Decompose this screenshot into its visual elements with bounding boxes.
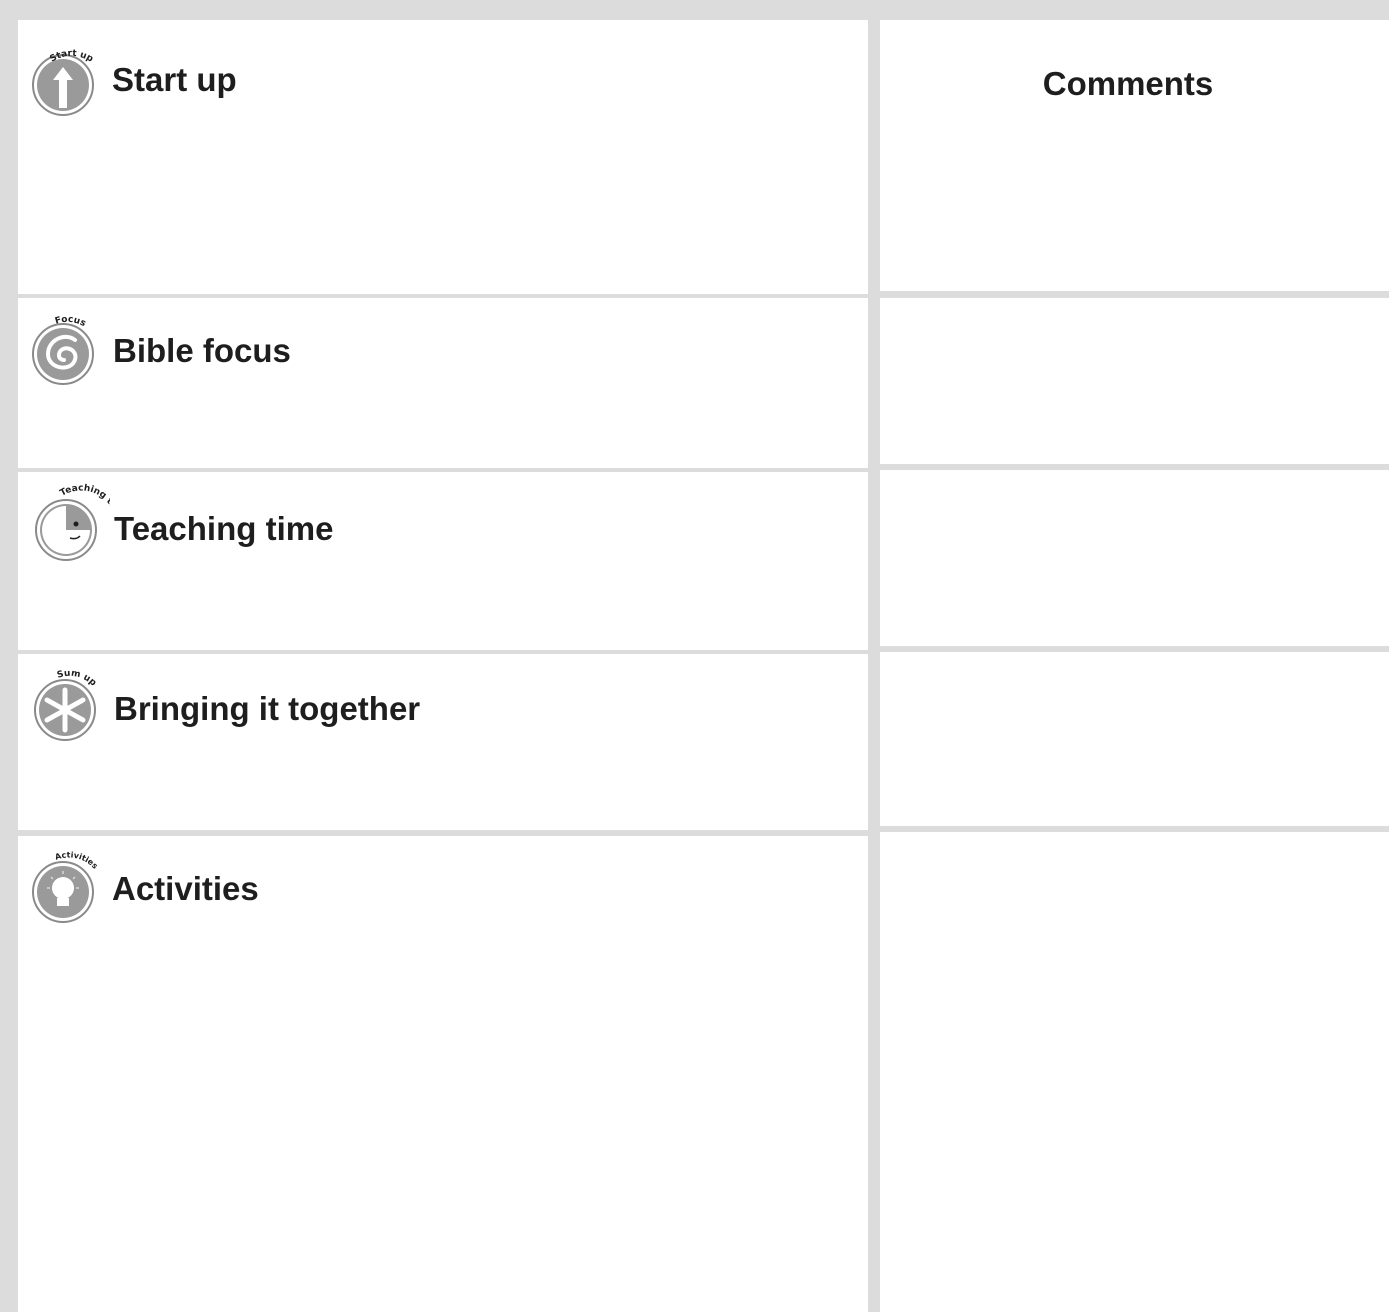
section-title-start-up: Start up xyxy=(112,61,237,98)
comments-cell-bible-focus[interactable] xyxy=(880,298,1389,464)
comments-cell-activities[interactable] xyxy=(880,832,1389,1312)
bible-focus-cell: Focus Bible focus xyxy=(18,298,868,468)
section-title-bible-focus: Bible focus xyxy=(113,332,291,369)
section-title-activities: Activities xyxy=(112,870,259,907)
comments-cell-bringing-it-together[interactable] xyxy=(880,652,1389,826)
start-up-arrow-icon: Start up xyxy=(30,40,110,120)
comments-title: Comments xyxy=(1042,65,1214,102)
section-title-teaching-time: Teaching time xyxy=(114,510,334,547)
lesson-plan-sheet: Start up Start up Focus Bible focus Teac… xyxy=(0,0,1389,1312)
activities-cell: Activities Activities xyxy=(18,836,868,1312)
start-up-cell: Start up Start up xyxy=(18,20,868,294)
comments-header-cell: Comments xyxy=(880,20,1389,291)
focus-spiral-icon: Focus xyxy=(30,306,110,386)
comments-cell-teaching-time[interactable] xyxy=(880,470,1389,646)
activities-lightbulb-icon: Activities xyxy=(30,844,110,924)
section-title-bringing-it-together: Bringing it together xyxy=(114,690,421,727)
sum-up-asterisk-icon: Sum up xyxy=(30,662,110,742)
teaching-time-cell: Teaching time Teaching time xyxy=(18,472,868,650)
teaching-time-face-icon: Teaching time xyxy=(30,482,110,562)
bringing-it-together-cell: Sum up Bringing it together xyxy=(18,654,868,830)
